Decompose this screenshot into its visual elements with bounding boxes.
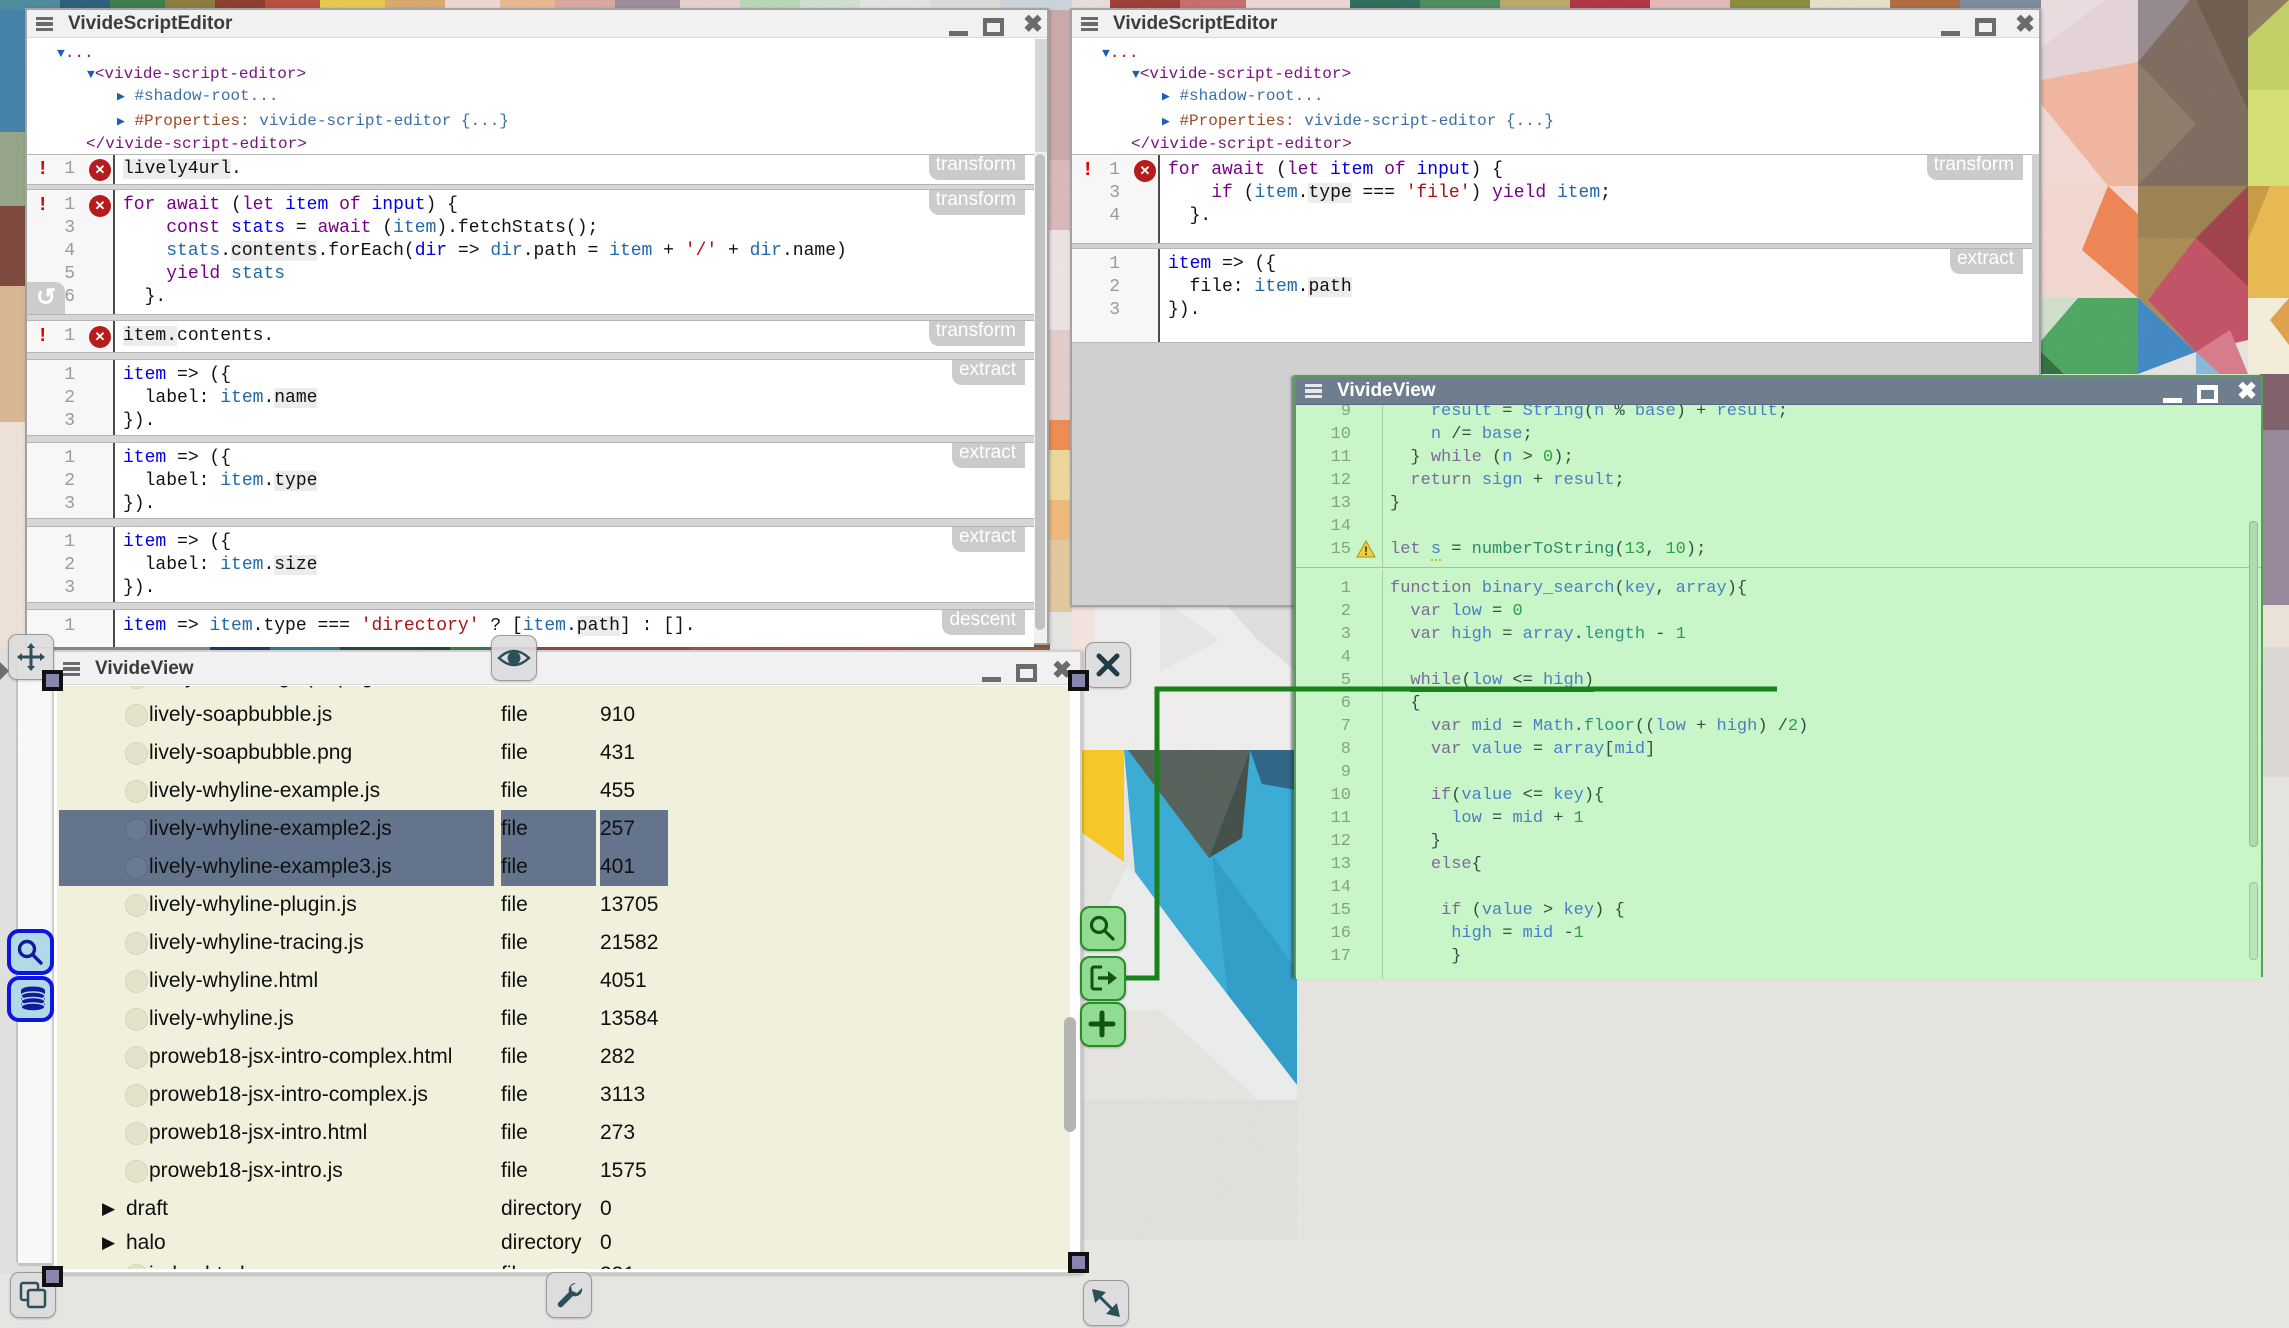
svg-text:!: ! — [1364, 544, 1368, 558]
